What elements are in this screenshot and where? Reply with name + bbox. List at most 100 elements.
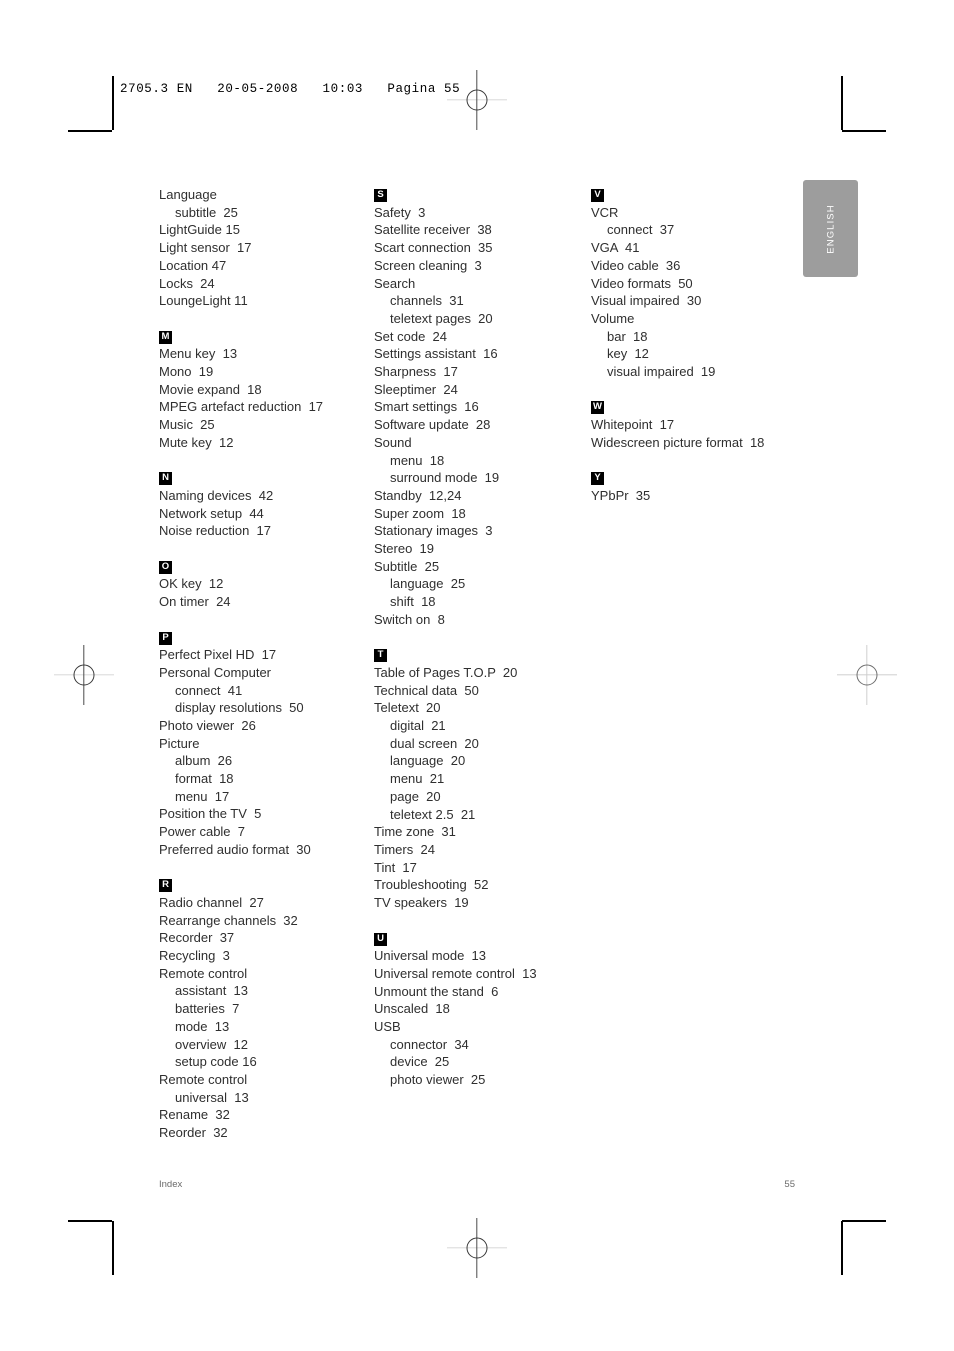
index-subentry: channels 31: [390, 293, 464, 309]
index-entry: Settings assistant 16: [374, 346, 498, 362]
index-subentry: album 26: [175, 753, 233, 769]
index-subentry: connector 34: [390, 1036, 469, 1052]
index-entry: Unmount the stand 6: [374, 983, 499, 999]
index-entry: Light sensor 17: [159, 240, 252, 256]
index-letter-badge: Y: [591, 472, 604, 486]
index-entry: Position the TV 5: [159, 806, 262, 822]
index-subentry: assistant 13: [175, 983, 248, 999]
index-section: P Perfect Pixel HD 17 Personal Computer con…: [159, 628, 364, 858]
index-section: R Radio channel 27 Rearrange channels 32 Re…: [159, 876, 364, 1142]
index-entry: Smart settings 16: [374, 399, 479, 415]
crop-mark-top-left-horizontal: [68, 130, 112, 132]
index-section: O OK key 12 On timer 24: [159, 558, 364, 611]
index-entry: VCR: [591, 204, 619, 220]
index-section: S Safety 3 Satellite receiver 38 Scart conn…: [374, 186, 579, 629]
registration-mark-right: [837, 645, 897, 705]
index-subentry: key 12: [607, 346, 649, 362]
index-entry: Tint 17: [374, 859, 417, 875]
index-subentry: batteries 7: [175, 1001, 240, 1017]
index-letter-badge: S: [374, 189, 387, 203]
index-entry: Volume: [591, 310, 635, 326]
index-subentry: connect 41: [175, 682, 243, 698]
crop-mark-bottom-left-horizontal: [68, 1220, 112, 1222]
index-letter-heading: M: [159, 328, 364, 346]
footer-page-number: 55: [784, 1179, 795, 1190]
index-entry: Photo viewer 26: [159, 717, 256, 733]
index-subentry: surround mode 19: [390, 470, 500, 486]
index-letter-heading: R: [159, 876, 364, 894]
index-entry: Standby 12,24: [374, 487, 462, 503]
index-entry: Visual impaired 30: [591, 293, 702, 309]
index-letter-heading: O: [159, 558, 364, 576]
index-subentry: connect 37: [607, 222, 675, 238]
crop-mark-bottom-left-vertical: [112, 1221, 114, 1275]
index-subentry: universal 13: [175, 1089, 249, 1105]
print-slug-header: 2705.3 EN 20-05-2008 10:03 Pagina 55: [120, 82, 461, 96]
index-entry: Power cable 7: [159, 824, 245, 840]
index-subentry: page 20: [390, 788, 441, 804]
index-letter-heading: P: [159, 628, 364, 646]
index-column-3: V VCR connect 37 VGA 41 Video cable 36 Video …: [591, 186, 811, 505]
index-entry: LightGuide 15: [159, 222, 240, 238]
index-subentry: device 25: [390, 1054, 450, 1070]
index-subentry: subtitle 25: [175, 204, 238, 220]
index-subentry: teletext pages 20: [390, 310, 493, 326]
index-entry: Menu key 13: [159, 346, 238, 362]
index-letter-heading: U: [374, 929, 579, 947]
index-entry: Search: [374, 275, 416, 291]
index-entry: Subtitle 25: [374, 558, 440, 574]
index-entry: Mono 19: [159, 364, 214, 379]
index-subentry: menu 17: [175, 788, 230, 804]
index-letter-badge: W: [591, 401, 604, 415]
index-subentry: language 20: [390, 753, 466, 769]
index-subentry: mode 13: [175, 1018, 230, 1034]
index-entry: Remote control: [159, 1072, 248, 1087]
index-entry: Stationary images 3: [374, 523, 493, 539]
index-entry: Set code 24: [374, 328, 447, 344]
index-subentry: bar 18: [607, 328, 648, 344]
index-entry: Perfect Pixel HD 17: [159, 647, 277, 663]
index-subentry: dual screen 20: [390, 735, 479, 751]
index-entry: Recorder 37: [159, 930, 235, 946]
index-section: N Naming devices 42 Network setup 44 Noise …: [159, 469, 364, 540]
page-footer: Index 55: [159, 1179, 795, 1193]
crop-mark-bottom-right-horizontal: [842, 1220, 886, 1222]
index-subentry: display resolutions 50: [175, 700, 304, 716]
index-entry: Universal mode 13: [374, 948, 486, 964]
index-letter-heading: V: [591, 186, 811, 204]
index-entry: Network setup 44: [159, 505, 264, 521]
index-entry: Software update 28: [374, 417, 491, 433]
index-letter-heading: N: [159, 469, 364, 487]
index-entry: Noise reduction 17: [159, 523, 272, 539]
index-section: V VCR connect 37 VGA 41 Video cable 36 Video …: [591, 186, 811, 381]
index-subentry: visual impaired 19: [607, 364, 716, 380]
index-entry: Video formats 50: [591, 275, 693, 291]
crop-mark-top-left-vertical: [112, 76, 114, 130]
index-entry: Recycling 3: [159, 948, 230, 964]
index-entry: Language: [159, 187, 217, 202]
index-column-1: Language subtitle 25 LightGuide 15 Light se…: [159, 186, 364, 1142]
index-entry: On timer 24: [159, 594, 231, 610]
index-entry: Teletext 20: [374, 700, 441, 716]
index-entry: Stereo 19: [374, 541, 434, 557]
index-section: T Table of Pages T.O.P 20 Technical data 5…: [374, 646, 579, 912]
index-entry: Troubleshooting 52: [374, 877, 489, 893]
index-subentry: digital 21: [390, 718, 446, 734]
index-entry: Switch on 8: [374, 611, 445, 627]
registration-mark-circle: [466, 89, 488, 111]
index-subentry: shift 18: [390, 594, 436, 610]
index-section: Language subtitle 25 LightGuide 15 Light se…: [159, 186, 364, 310]
index-entry: Satellite receiver 38: [374, 222, 492, 238]
index-entry: VGA 41: [591, 240, 640, 256]
index-entry: Rename 32: [159, 1107, 230, 1123]
registration-mark-circle: [856, 664, 878, 686]
registration-mark-circle: [466, 1237, 488, 1259]
index-entry: Movie expand 18: [159, 381, 262, 397]
registration-mark-circle: [73, 664, 95, 686]
index-letter-heading: W: [591, 398, 811, 416]
registration-mark-bottom: [447, 1218, 507, 1278]
index-letter-badge: T: [374, 649, 387, 663]
index-subentry: menu 21: [390, 771, 445, 787]
index-entry: Unscaled 18: [374, 1001, 450, 1017]
index-entry: MPEG artefact reduction 17: [159, 399, 324, 415]
